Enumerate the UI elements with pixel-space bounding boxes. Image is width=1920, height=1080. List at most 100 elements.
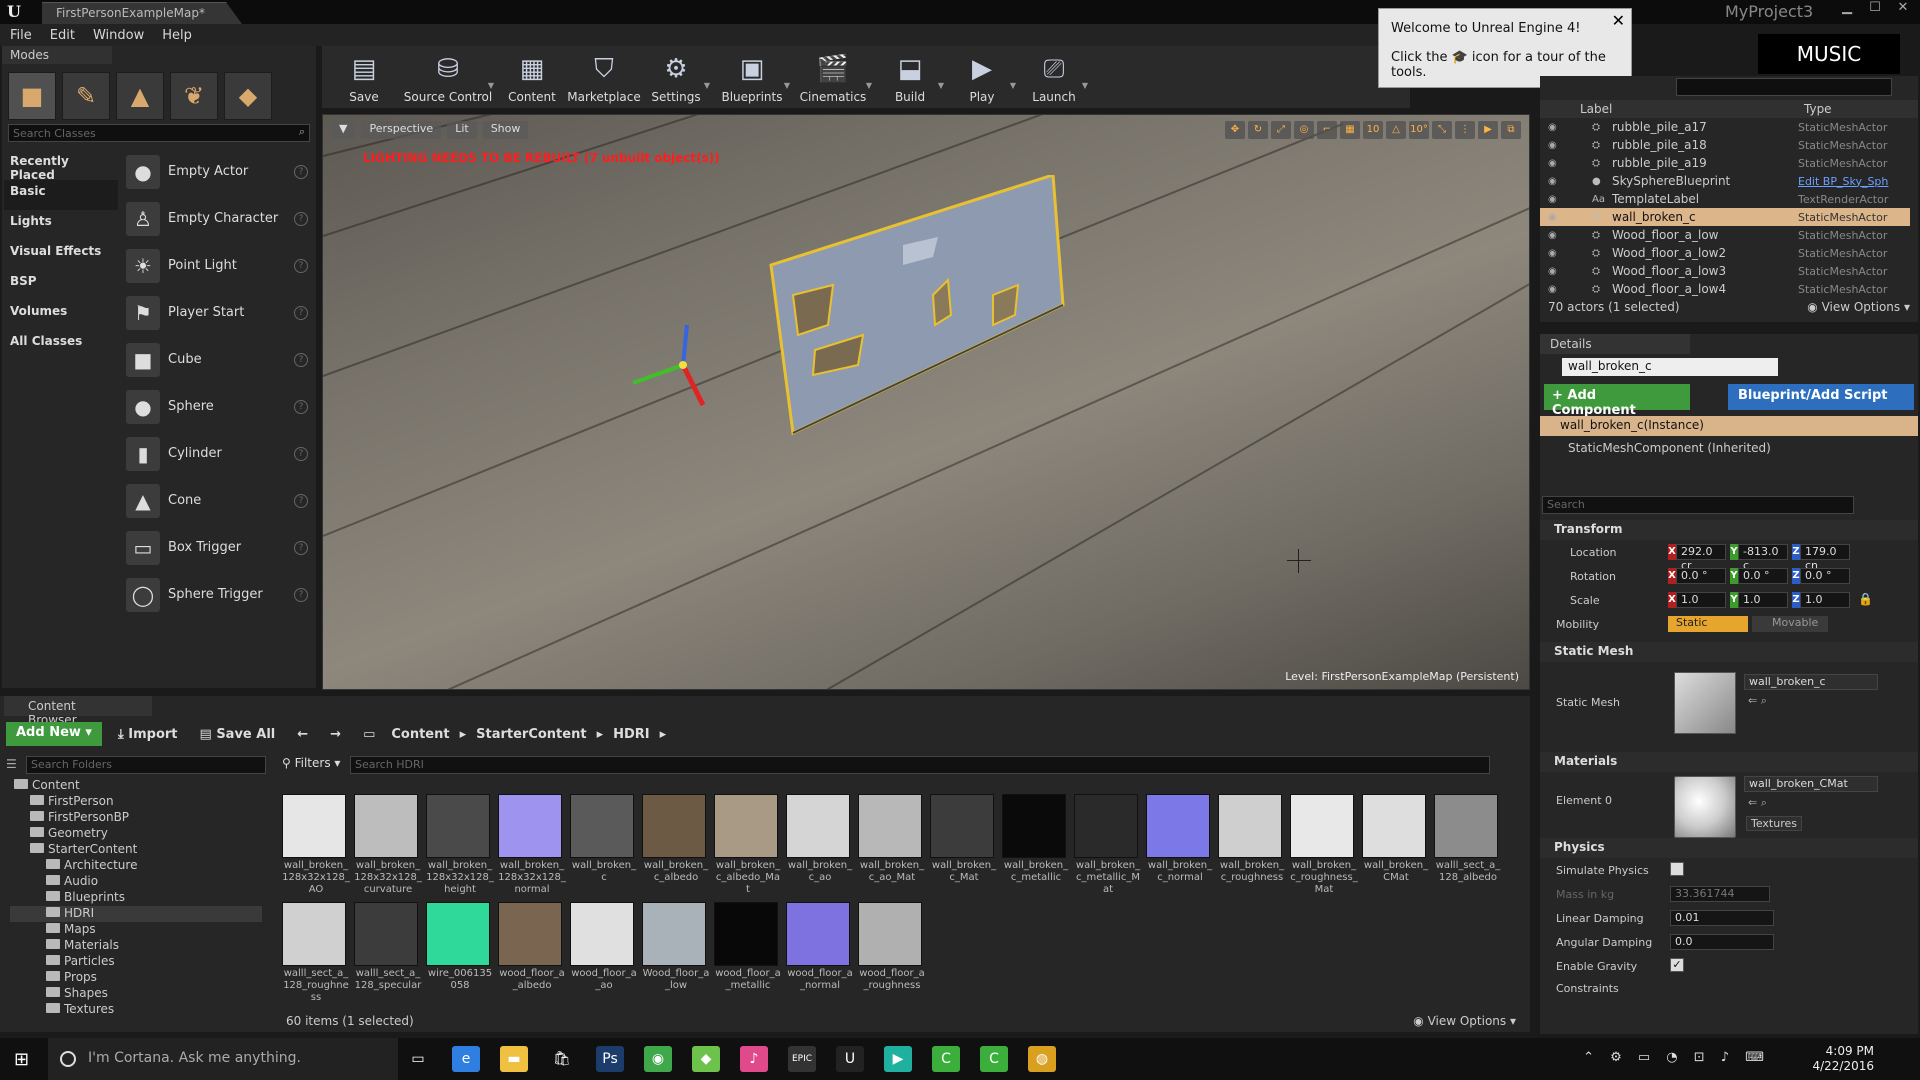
folder-audio[interactable]: Audio xyxy=(10,874,262,890)
mobility-static-button[interactable]: Static xyxy=(1668,616,1748,632)
search-folders-input[interactable]: Search Folders xyxy=(26,756,266,774)
launch-button[interactable]: ⎚ Launch ▼ xyxy=(1018,46,1090,108)
folder-particles[interactable]: Particles xyxy=(10,954,262,970)
rotation-y-field[interactable]: 0.0 ° xyxy=(1738,568,1788,584)
landscape-mode-icon[interactable]: ▲ xyxy=(116,72,164,120)
angular-damping-field[interactable]: 0.0 xyxy=(1670,934,1774,950)
back-arrow-icon[interactable]: ← xyxy=(291,724,314,745)
folder-geometry[interactable]: Geometry xyxy=(10,826,262,842)
help-icon[interactable]: ? xyxy=(294,399,308,414)
asset-tile[interactable]: wall_broken_128x32x128_height xyxy=(426,794,494,896)
asset-tile[interactable]: walll_sect_a_128_roughness xyxy=(282,902,350,1004)
minimize-button[interactable]: ▁ xyxy=(1836,0,1858,15)
component-inherited-row[interactable]: StaticMeshComponent (Inherited) xyxy=(1540,438,1918,458)
category-all-classes[interactable]: All Classes xyxy=(4,330,118,360)
tutorial-icon[interactable]: 🎓 xyxy=(1452,50,1468,65)
scale-snap-value[interactable]: ⋮ xyxy=(1455,121,1475,139)
system-tray-icons[interactable]: ⌃ ⚙ ▭ ◔ ⊡ ♪ ⌨ xyxy=(1583,1050,1770,1065)
task-view-icon[interactable]: ▭ xyxy=(404,1046,432,1072)
marketplace-button[interactable]: ⛉ Marketplace xyxy=(567,46,641,108)
forward-arrow-icon[interactable]: → xyxy=(324,724,347,745)
mobility-movable-button[interactable]: Movable xyxy=(1752,616,1828,632)
textures-dropdown[interactable]: Textures xyxy=(1746,816,1802,831)
simulate-physics-checkbox[interactable] xyxy=(1670,862,1684,876)
help-icon[interactable]: ? xyxy=(294,446,308,461)
edge-icon[interactable]: e xyxy=(452,1046,480,1072)
grid-snap-icon[interactable]: ▦ xyxy=(1340,121,1360,139)
sources-toggle-icon[interactable]: ☰ xyxy=(6,757,17,771)
asset-tile[interactable]: wood_floor_a_albedo xyxy=(498,902,566,992)
scale-z-field[interactable]: 1.0 xyxy=(1800,592,1850,608)
class-empty-actor[interactable]: ● Empty Actor? xyxy=(126,148,312,195)
geometry-mode-icon[interactable]: ◆ xyxy=(224,72,272,120)
menu-edit[interactable]: Edit xyxy=(50,28,75,43)
asset-tile[interactable]: wall_broken_c_roughness xyxy=(1218,794,1286,884)
details-tab[interactable]: Details xyxy=(1540,334,1690,354)
outliner-row[interactable]: ◉ Aa TemplateLabel TextRenderActor xyxy=(1540,190,1910,208)
folder-maps[interactable]: Maps xyxy=(10,922,262,938)
outliner-row[interactable]: ◉ ⛭ rubble_pile_a18 StaticMeshActor xyxy=(1540,136,1910,154)
component-instance-row[interactable]: wall_broken_c(Instance) xyxy=(1540,416,1918,436)
outliner-row[interactable]: ◉ ⛭ Wood_floor_a_low StaticMeshActor xyxy=(1540,226,1910,244)
outliner-row-selected[interactable]: ◉ ⛭ wall_broken_c StaticMeshActor xyxy=(1540,208,1910,226)
outliner-col-label[interactable]: Label xyxy=(1580,102,1612,116)
settings-button[interactable]: ⚙ Settings ▼ xyxy=(640,46,712,108)
physics-section[interactable]: Physics xyxy=(1540,838,1918,858)
use-selected-icon[interactable]: ⇐ ⌕ xyxy=(1748,796,1767,810)
cortana-search[interactable]: I'm Cortana. Ask me anything. xyxy=(48,1038,398,1080)
asset-tile[interactable]: wall_broken_c_ao_Mat xyxy=(858,794,926,884)
location-label[interactable]: Location xyxy=(1570,546,1617,559)
asset-tile[interactable]: wall_broken_c_ao xyxy=(786,794,854,884)
details-search-input[interactable]: Search xyxy=(1542,496,1854,514)
scale-icon[interactable]: ⤢ xyxy=(1271,121,1291,139)
asset-tile[interactable]: wall_broken_128x32x128_AO xyxy=(282,794,350,896)
blueprints-button[interactable]: ▣ Blueprints ▼ xyxy=(712,46,792,108)
material-thumbnail[interactable] xyxy=(1674,776,1736,838)
rotation-x-field[interactable]: 0.0 ° xyxy=(1676,568,1726,584)
folder-textures[interactable]: Textures xyxy=(10,1002,262,1018)
show-button[interactable]: Show xyxy=(482,121,529,139)
folder-props[interactable]: Props xyxy=(10,970,262,986)
material-dropdown[interactable]: wall_broken_CMat xyxy=(1744,776,1878,792)
asset-tile[interactable]: wall_broken_c xyxy=(570,794,638,884)
add-component-button[interactable]: + Add Component xyxy=(1544,384,1690,418)
category-lights[interactable]: Lights xyxy=(4,210,118,240)
class-cube[interactable]: ■ Cube? xyxy=(126,336,312,383)
asset-tile[interactable]: wall_broken_c_roughness_Mat xyxy=(1290,794,1358,896)
map-tab[interactable]: FirstPersonExampleMap* xyxy=(42,2,242,24)
transform-section[interactable]: Transform xyxy=(1540,520,1918,540)
folder-firstperson[interactable]: FirstPerson xyxy=(10,794,262,810)
rotation-snap-icon[interactable]: △ xyxy=(1386,121,1406,139)
paint-mode-icon[interactable]: ✎ xyxy=(62,72,110,120)
unreal-engine-icon[interactable]: U xyxy=(836,1046,864,1072)
help-icon[interactable]: ? xyxy=(294,493,308,508)
asset-tile[interactable]: wall_broken_c_metallic xyxy=(1002,794,1070,884)
help-icon[interactable]: ? xyxy=(294,540,308,555)
folder-shapes[interactable]: Shapes xyxy=(10,986,262,1002)
category-bsp[interactable]: BSP xyxy=(4,270,118,300)
cinematics-button[interactable]: 🎬 Cinematics ▼ xyxy=(792,46,874,108)
world-local-icon[interactable]: ◎ xyxy=(1294,121,1314,139)
camtasia-icon[interactable]: C xyxy=(932,1046,960,1072)
app-android-icon[interactable]: ◆ xyxy=(692,1046,720,1072)
folder-hdri[interactable]: HDRI xyxy=(10,906,262,922)
asset-tile[interactable]: wall_broken_CMat xyxy=(1362,794,1430,884)
blueprint-add-script-button[interactable]: Blueprint/Add Script xyxy=(1728,384,1914,410)
camera-speed-icon[interactable]: ▶ xyxy=(1478,121,1498,139)
class-sphere[interactable]: ● Sphere? xyxy=(126,383,312,430)
app-teal-icon[interactable]: ▶ xyxy=(884,1046,912,1072)
outliner-row[interactable]: ◉ ⛭ Wood_floor_a_low4 StaticMeshActor xyxy=(1540,280,1910,298)
help-icon[interactable]: ? xyxy=(294,587,308,602)
outliner-row[interactable]: ◉ ⛭ rubble_pile_a17 StaticMeshActor xyxy=(1540,118,1910,136)
outliner-row[interactable]: ◉ ⛭ Wood_floor_a_low3 StaticMeshActor xyxy=(1540,262,1910,280)
location-y-field[interactable]: -813.0 c xyxy=(1738,544,1788,572)
asset-tile[interactable]: wood_floor_a_ao xyxy=(570,902,638,992)
add-new-button[interactable]: Add New ▾ xyxy=(6,722,102,746)
category-recently-placed[interactable]: Recently Placed xyxy=(4,150,118,182)
store-icon[interactable]: 🛍 xyxy=(548,1046,576,1072)
use-selected-icon[interactable]: ⇐ ⌕ xyxy=(1748,694,1767,708)
class-point-light[interactable]: ☀ Point Light? xyxy=(126,242,312,289)
asset-tile[interactable]: Wood_floor_a_low xyxy=(642,902,710,992)
help-icon[interactable]: ? xyxy=(294,164,308,179)
rotate-icon[interactable]: ↻ xyxy=(1248,121,1268,139)
